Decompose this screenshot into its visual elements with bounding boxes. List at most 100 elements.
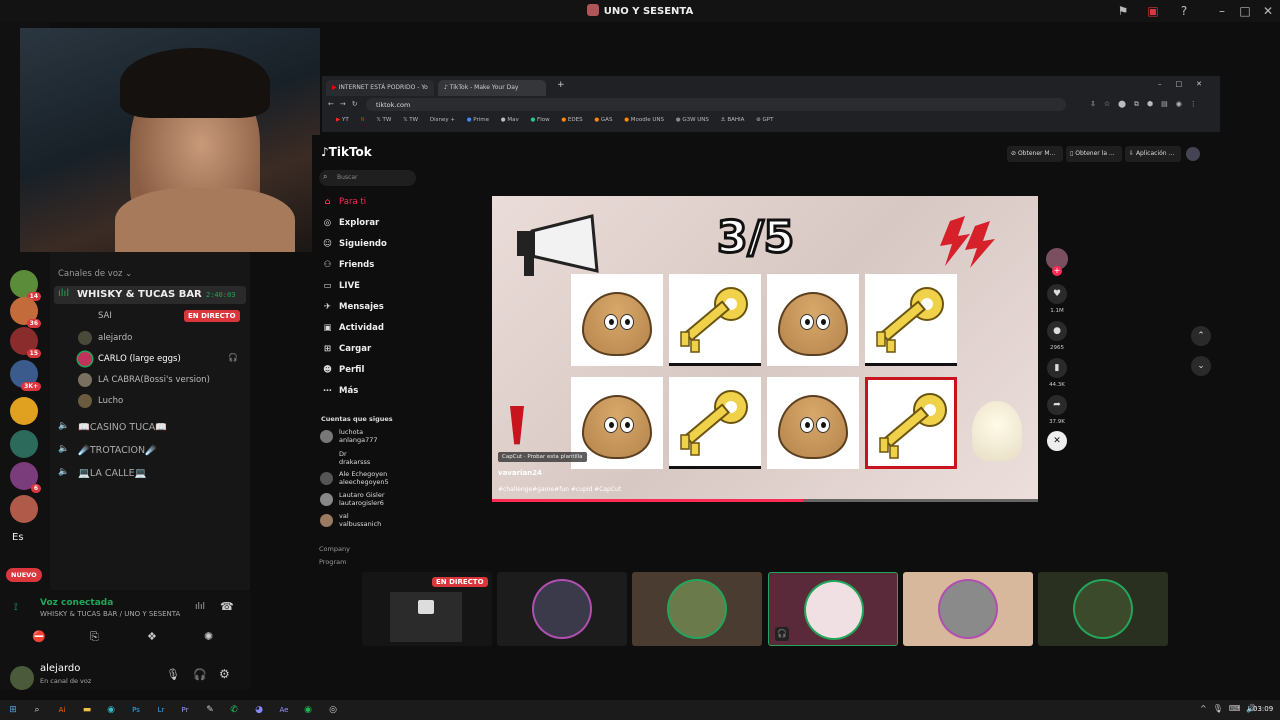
whatsapp-icon[interactable]: ✆ [227,703,241,717]
browser-icon[interactable]: ◉ [104,703,118,717]
soundboard-icon[interactable]: ✺ [204,630,213,643]
followed-account[interactable]: Ale Echegoyen aleechegoyen5 [339,470,389,486]
nav-mensajes[interactable]: ✈ Mensajes [322,302,384,312]
member-row[interactable]: LA CABRA(Bossi's version) [78,372,242,388]
search-input[interactable]: ⌕ Buscar [319,170,416,186]
participant-tile-speaking[interactable]: 🎧 [768,572,898,646]
settings-gear-icon[interactable]: ⚙ [219,667,230,681]
video-caption[interactable]: #challenge#game#fun #cupid #CapCut [498,486,621,493]
bookmark[interactable]: Disney + [430,117,455,123]
avatar[interactable] [320,514,333,527]
app-icon[interactable]: Ai [55,703,69,717]
spotify-icon[interactable]: ◉ [301,703,315,717]
nav-friends[interactable]: ⚇ Friends [322,260,375,270]
follow-plus-icon[interactable]: + [1052,266,1062,276]
nav-explorar[interactable]: ◎ Explorar [322,218,379,228]
bookmark[interactable]: N [360,117,364,123]
stream-tile-live[interactable]: EN DIRECTO [362,572,492,646]
bookmark[interactable]: ● G3W UNS [676,117,709,123]
participant-tile[interactable] [903,572,1033,646]
screen-share-icon[interactable]: ▣ [1145,3,1161,19]
help-icon[interactable]: ? [1176,3,1192,19]
discord-icon[interactable]: ◕ [252,703,266,717]
bookmark-icon[interactable]: ▮ [1047,358,1067,378]
app-icon[interactable]: ✎ [203,703,217,717]
user-name[interactable]: alejardo [40,663,80,674]
bookmark[interactable]: ● Mav [501,117,519,123]
minimize-icon[interactable]: – [1214,3,1230,19]
voice-status[interactable]: Voz conectada [40,598,113,608]
bookmark[interactable]: ● GAS [594,117,612,123]
avatar[interactable] [10,666,34,690]
browser-tab[interactable]: ▶ INTERNET ESTÁ PODRIDO - Yo [326,80,434,96]
nav-siguiendo[interactable]: ☺ Siguiendo [322,239,387,249]
avatar[interactable] [320,493,333,506]
member-row[interactable]: alejardo [78,330,242,346]
chevron-up-icon[interactable]: ⌃ [1191,326,1211,346]
chevron-down-icon[interactable]: ⌄ [1191,356,1211,376]
activities-icon[interactable]: ❖ [147,630,157,643]
disconnect-icon[interactable]: ☎ [220,600,234,613]
followed-account[interactable]: val valbussanich [339,512,381,528]
new-badge[interactable]: NUEVO [6,568,42,582]
voice-channel[interactable]: 🔈 📖CASINO TUCA📖 [58,420,248,436]
window-controls[interactable]: –□✕ [1158,80,1216,88]
browser-tab-active[interactable]: ♪ TikTok - Make Your Day [438,80,546,96]
bookmark[interactable]: ● EDES [561,117,582,123]
new-tab-button[interactable]: + [557,80,565,90]
nav-para-ti[interactable]: ⌂ Para ti [322,197,366,207]
comment-icon[interactable]: ● [1047,321,1067,341]
bookmark[interactable]: ● Moodle UNS [624,117,664,123]
server-text-icon[interactable]: Es [12,532,24,543]
followed-account[interactable]: Dr drakarsss [339,450,370,466]
bookmark[interactable]: 𝕏 TW [376,117,391,123]
participant-tile[interactable] [1038,572,1168,646]
capcut-icon[interactable]: ✕ [1047,431,1067,451]
app-icon[interactable]: Ae [277,703,291,717]
folder-icon[interactable]: ▬ [80,703,94,717]
active-voice-channel[interactable]: ılıl WHISKY & TUCAS BAR 2:40:03 [54,286,246,304]
headphones-icon[interactable]: 🎧 [193,668,207,681]
video-player[interactable]: 3/5 CapCut · Probar esta plantilla vavar… [492,196,1038,502]
server-icon[interactable] [10,495,38,523]
video-progress[interactable] [492,499,1038,502]
bookmark[interactable]: ⚓ BAHIA [721,117,745,123]
share-screen-icon[interactable]: ⎘ [90,630,99,644]
footer-link[interactable]: Company [319,545,350,553]
voice-location[interactable]: WHISKY & TUCAS BAR / UNO Y SESENTA [40,610,180,618]
camera-off-icon[interactable]: ⛔ [32,630,46,643]
photoshop-icon[interactable]: Ps [129,703,143,717]
nav-perfil[interactable]: ☻ Perfil [322,365,364,375]
app-icon[interactable]: Lr [154,703,168,717]
member-row[interactable]: Lucho [78,393,242,409]
template-tag[interactable]: CapCut · Probar esta plantilla [498,452,587,462]
nav-arrows-icon[interactable]: ←→↻ [328,100,364,108]
app-icon[interactable]: ◎ [326,703,340,717]
close-icon[interactable]: ✕ [1260,3,1276,19]
get-app-button[interactable]: ▯ Obtener la ... [1066,146,1122,162]
get-coins-button[interactable]: ⊘ Obtener M... [1007,146,1063,162]
bookmark[interactable]: ● Prime [467,117,489,123]
profile-avatar[interactable] [1186,147,1200,161]
server-icon[interactable]: 3K+ [10,360,41,391]
nav-mas[interactable]: ⋯ Más [322,386,358,396]
premiere-icon[interactable]: Pr [178,703,192,717]
bookmark[interactable]: ⊛ GPT [756,117,773,123]
tiktok-logo[interactable]: ♪TikTok [321,145,372,159]
flag-icon[interactable]: ⚑ [1115,3,1131,19]
maximize-icon[interactable]: □ [1237,3,1253,19]
member-row[interactable]: SAI EN DIRECTO [78,308,242,324]
participant-tile[interactable] [497,572,627,646]
heart-icon[interactable]: ♥ [1047,284,1067,304]
participant-tile[interactable] [632,572,762,646]
nav-actividad[interactable]: ▣ Actividad [322,323,383,333]
avatar[interactable] [320,472,333,485]
share-icon[interactable]: ➦ [1047,395,1067,415]
nav-cargar[interactable]: ⊞ Cargar [322,344,371,354]
server-icon[interactable] [10,397,38,425]
bookmark[interactable]: ▶ YT [336,117,349,123]
followed-account[interactable]: Lautaro Gisler lautarogisler6 [339,491,385,507]
server-icon[interactable]: 14 [10,270,41,301]
clock[interactable]: 03:09 [1253,705,1273,713]
member-row[interactable]: CARLO (large eggs) 🎧 [78,351,242,367]
